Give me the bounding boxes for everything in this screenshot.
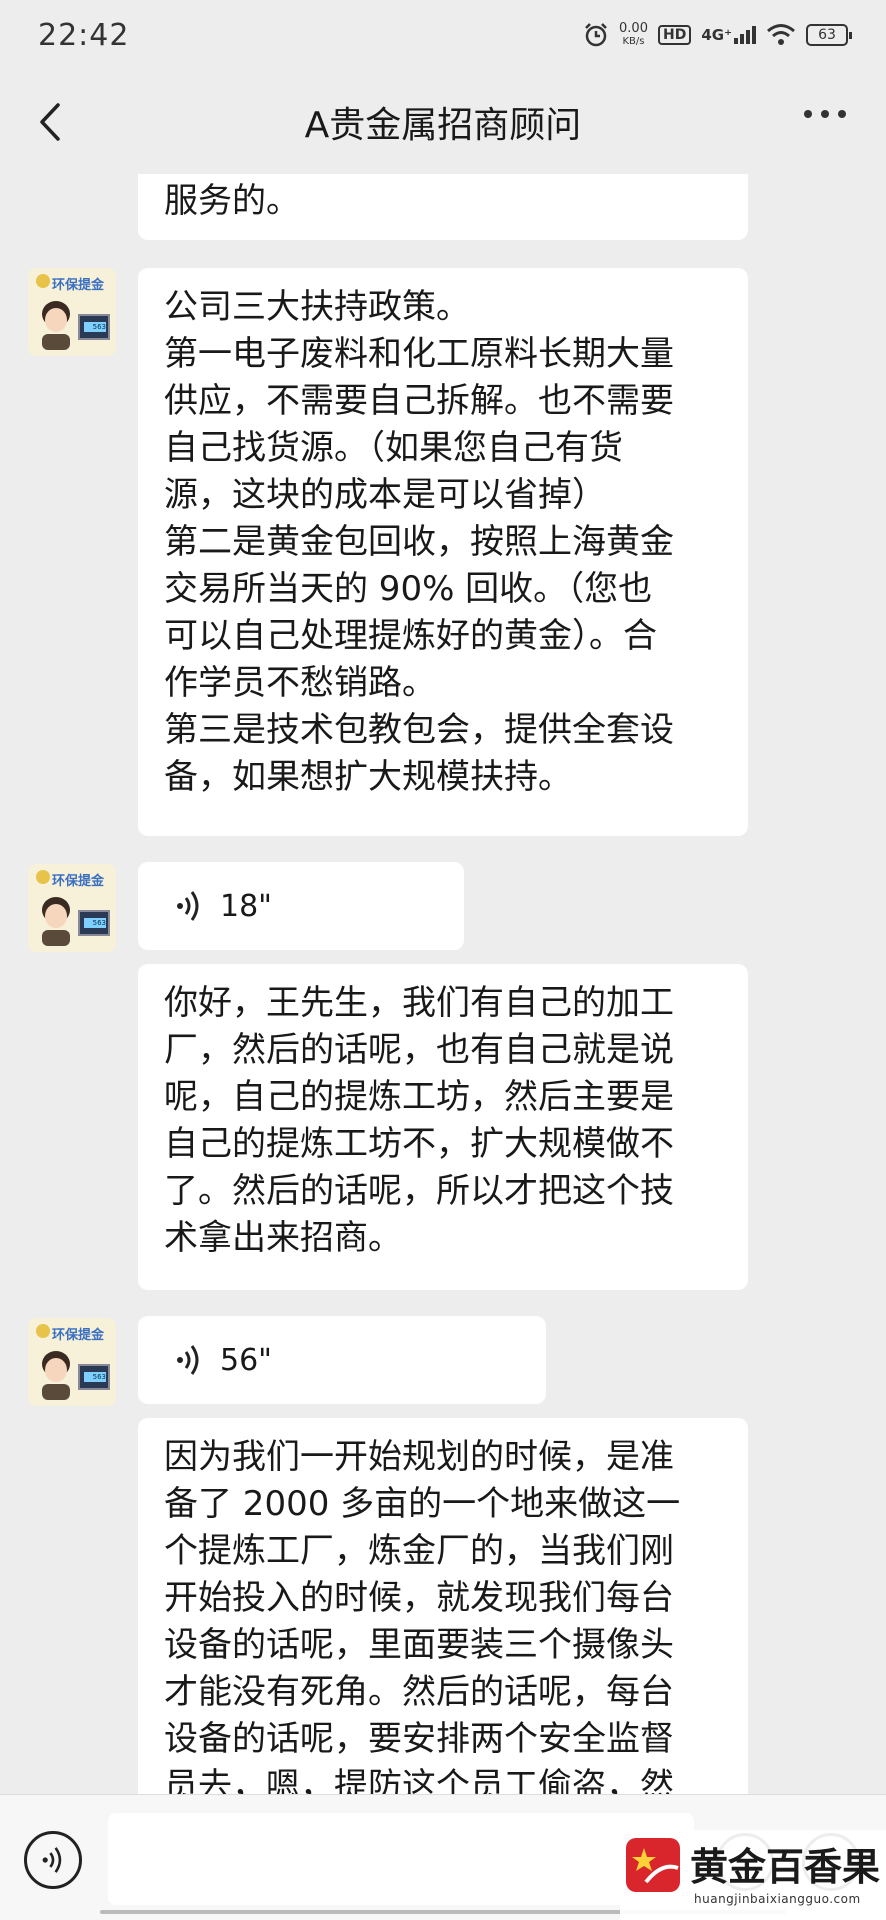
scale-reading: 563	[84, 322, 106, 332]
scale-reading: 563	[84, 1372, 106, 1382]
message-line: 个提炼工厂，炼金厂的，当我们刚	[164, 1531, 674, 1571]
message-bubble[interactable]: 公司三大扶持政策。 第一电子废料和化工原料长期大量 供应，不需要自己拆解。也不需…	[138, 268, 748, 836]
voice-wave-icon	[177, 891, 199, 921]
message-line: 了。然后的话呢，所以才把这个技	[164, 1171, 674, 1211]
status-bar: 22:42 0.00 KB/s HD 4G⁺ 63	[0, 0, 886, 70]
alarm-icon	[585, 23, 607, 47]
message-line: 公司三大扶持政策。	[164, 287, 470, 327]
voice-duration: 18"	[220, 888, 272, 924]
message-input[interactable]	[108, 1813, 694, 1905]
scale-icon: 563	[78, 1364, 110, 1390]
message-line: 开始投入的时候，就发现我们每台	[164, 1578, 674, 1618]
avatar-label: 环保提金	[52, 278, 105, 293]
person-icon	[42, 301, 70, 350]
message-bubble-partial[interactable]: 服务的。	[138, 174, 748, 240]
message-line: 交易所当天的 90% 回收。（您也	[164, 569, 653, 609]
person-icon	[42, 897, 70, 946]
avatar-label: 环保提金	[52, 1328, 105, 1343]
message-line: 作学员不愁销路。	[164, 663, 436, 703]
network-type: 4G⁺	[701, 26, 732, 44]
coin-icon	[36, 274, 50, 288]
message-line: 自己找货源。（如果您自己有货	[164, 428, 623, 468]
avatar[interactable]: 环保提金 563	[28, 1318, 116, 1406]
battery-icon: 63	[806, 24, 852, 46]
message-line: 你好，王先生，我们有自己的加工	[164, 983, 674, 1023]
voice-message[interactable]: 56"	[138, 1316, 546, 1404]
avatar[interactable]: 环保提金 563	[28, 268, 116, 356]
message-list[interactable]: 服务的。 环保提金 563 公司三大扶持政策。 第一电子废料和化工原料长期大量 …	[0, 174, 886, 1794]
message-line: 备了 2000 多亩的一个地来做这一	[164, 1484, 681, 1524]
wifi-icon	[767, 24, 795, 45]
message-line: 第二是黄金包回收，按照上海黄金	[164, 522, 674, 562]
page-title: A贵金属招商顾问	[304, 105, 582, 146]
coin-icon	[36, 1324, 50, 1338]
scale-reading: 563	[84, 918, 106, 928]
title-bar: A贵金属招商顾问	[0, 70, 886, 174]
message-line: 供应，不需要自己拆解。也不需要	[164, 381, 674, 421]
message-line: 备，如果想扩大规模扶持。	[164, 757, 572, 797]
net-speed-unit: KB/s	[622, 36, 645, 47]
chevron-left-icon[interactable]	[30, 102, 70, 142]
message-line: 设备的话呢，里面要装三个摄像头	[164, 1625, 674, 1665]
message-line: 服务的。	[164, 181, 300, 221]
message-line: 员去，嗯，提防这个员工偷盗，然	[164, 1766, 674, 1794]
voice-message[interactable]: 18"	[138, 862, 464, 950]
message-line: 自己的提炼工坊不，扩大规模做不	[164, 1124, 674, 1164]
message-line: 第一电子废料和化工原料长期大量	[164, 334, 674, 374]
message-line: 呢，自己的提炼工坊，然后主要是	[164, 1077, 674, 1117]
message-bubble[interactable]: 因为我们一开始规划的时候，是准 备了 2000 多亩的一个地来做这一 个提炼工厂…	[138, 1418, 748, 1794]
status-time: 22:42	[38, 17, 130, 53]
net-speed: 0.00 KB/s	[619, 22, 648, 48]
watermark-url: huangjinbaixiangguo.com	[694, 1892, 861, 1906]
signal-icon: 4G⁺	[701, 26, 756, 44]
avatar[interactable]: 环保提金 563	[28, 864, 116, 952]
message-line: 设备的话呢，要安排两个安全监督	[164, 1719, 674, 1759]
message-line: 第三是技术包教包会，提供全套设	[164, 710, 674, 750]
watermark: 黄金百香果 huangjinbaixiangguo.com	[620, 1830, 886, 1920]
hd-badge: HD	[657, 25, 692, 45]
message-line: 厂，然后的话呢，也有自己就是说	[164, 1030, 674, 1070]
status-icons: 0.00 KB/s HD 4G⁺ 63	[583, 22, 852, 48]
avatar-label: 环保提金	[52, 874, 105, 889]
scale-icon: 563	[78, 910, 110, 936]
more-dots-icon[interactable]	[804, 110, 846, 118]
message-line: 可以自己处理提炼好的黄金）。合	[164, 616, 657, 656]
voice-duration: 56"	[220, 1342, 272, 1378]
message-line: 才能没有死角。然后的话呢，每台	[164, 1672, 674, 1712]
message-line: 源，这块的成本是可以省掉）	[164, 475, 606, 515]
voice-mode-icon[interactable]	[24, 1831, 82, 1889]
voice-wave-icon	[177, 1345, 199, 1375]
coin-icon	[36, 870, 50, 884]
watermark-logo-icon	[626, 1838, 680, 1892]
message-line: 因为我们一开始规划的时候，是准	[164, 1437, 674, 1477]
person-icon	[42, 1351, 70, 1400]
net-speed-value: 0.00	[619, 21, 648, 36]
scale-icon: 563	[78, 314, 110, 340]
message-line: 术拿出来招商。	[164, 1218, 402, 1258]
watermark-title: 黄金百香果	[690, 1844, 881, 1889]
message-bubble[interactable]: 你好，王先生，我们有自己的加工 厂，然后的话呢，也有自己就是说 呢，自己的提炼工…	[138, 964, 748, 1290]
